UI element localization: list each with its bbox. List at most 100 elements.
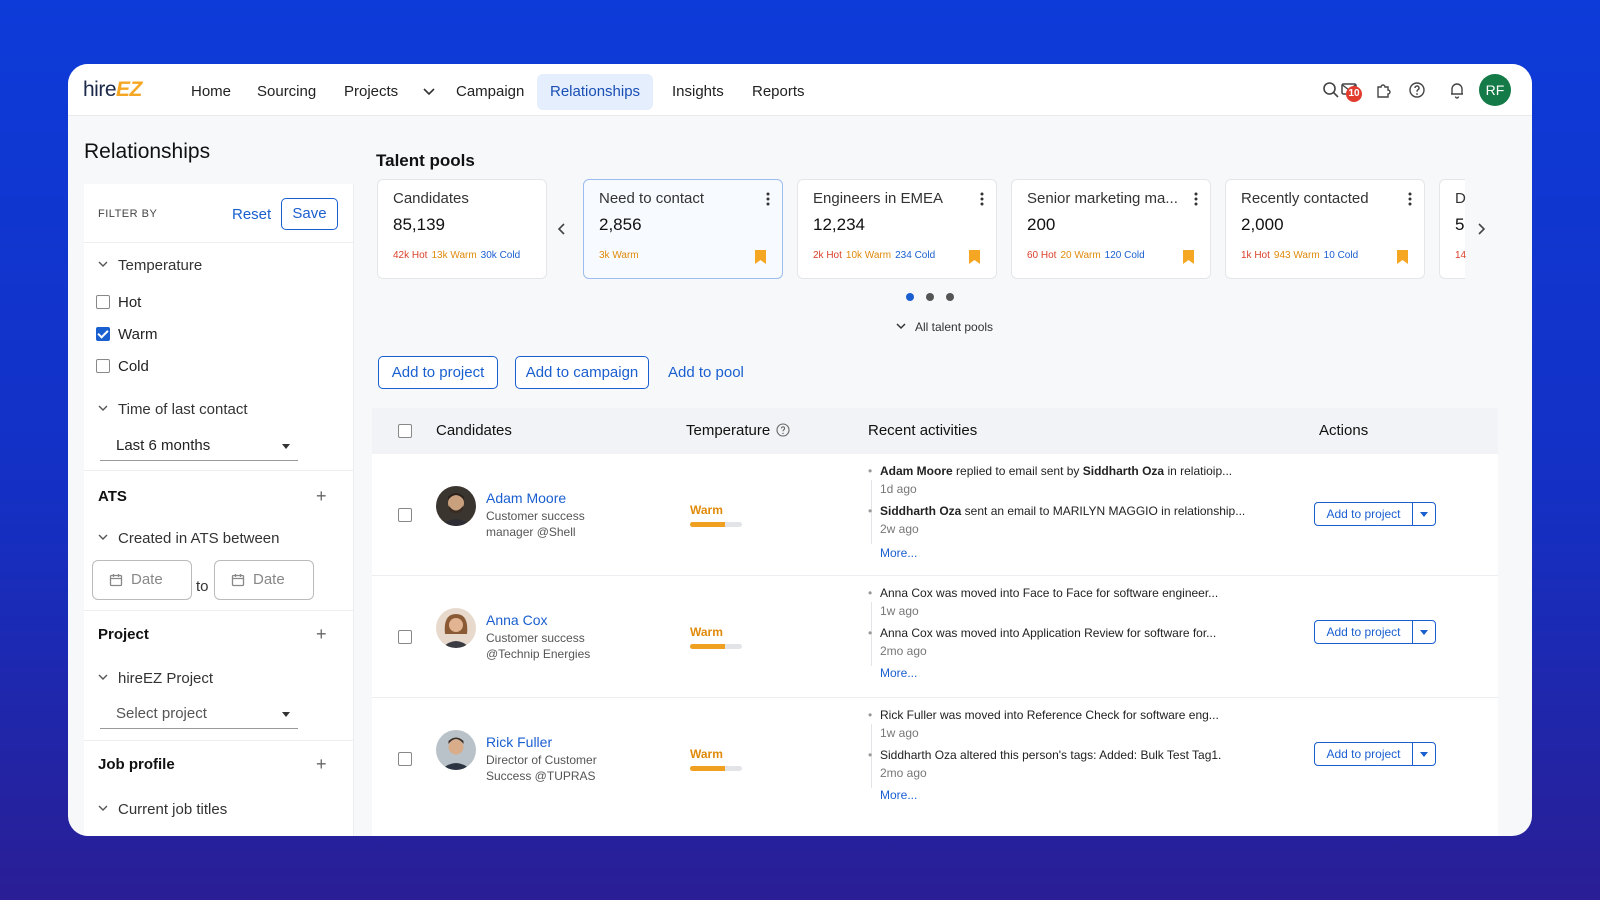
bookmark-icon[interactable]	[969, 250, 980, 264]
nav-home[interactable]: Home	[178, 74, 244, 110]
temperature-warm-option[interactable]: Warm	[96, 326, 157, 344]
temperature-label: Warm	[690, 503, 723, 517]
more-vertical-icon[interactable]	[1408, 192, 1412, 206]
header-candidates[interactable]: Candidates	[436, 422, 512, 439]
pool-temperature-breakdown: 42k Hot 13k Warm 30k Cold	[393, 250, 521, 261]
temperature-bar	[690, 644, 742, 649]
help-icon[interactable]	[1407, 80, 1427, 100]
extension-icon[interactable]	[1374, 80, 1394, 100]
caret-down-icon[interactable]	[1420, 630, 1428, 635]
more-activities-link[interactable]: More...	[880, 666, 917, 680]
avatar[interactable]	[436, 730, 476, 770]
hireez-logo[interactable]: hireEZ	[83, 78, 142, 102]
more-activities-link[interactable]: More...	[880, 546, 917, 560]
header-temperature[interactable]: Temperature	[686, 422, 790, 439]
candidate-name-link[interactable]: Rick Fuller	[486, 734, 552, 750]
pool-card-recently-contacted[interactable]: Recently contacted 2,000 1k Hot 943 Warm 1…	[1225, 179, 1425, 279]
temperature-cold-option[interactable]: Cold	[96, 358, 149, 376]
nav-sourcing[interactable]: Sourcing	[244, 74, 329, 110]
temperature-bar-fill	[690, 522, 725, 527]
avatar[interactable]	[436, 486, 476, 526]
date-to-input[interactable]: Date	[214, 560, 314, 600]
candidate-name-link[interactable]: Anna Cox	[486, 612, 547, 628]
warm-checkbox[interactable]	[96, 327, 110, 341]
ats-heading: ATS	[98, 488, 127, 505]
header-actions: Actions	[1319, 422, 1369, 439]
calendar-icon	[231, 574, 245, 587]
nav-insights[interactable]: Insights	[659, 74, 737, 110]
carousel-dot-2[interactable]	[926, 293, 934, 301]
pool-temperature-breakdown: 14	[1455, 250, 1467, 261]
pool-card-senior-marketing[interactable]: Senior marketing ma... 200 60 Hot 20 Warm…	[1011, 179, 1211, 279]
caret-down-icon[interactable]	[1420, 512, 1428, 517]
all-talent-pools-toggle[interactable]: All talent pools	[895, 320, 993, 334]
row-checkbox[interactable]	[398, 508, 412, 522]
cold-checkbox[interactable]	[96, 359, 110, 373]
plus-icon[interactable]: +	[316, 487, 327, 505]
pool-card-partial[interactable]: D 5 14	[1439, 179, 1467, 279]
current-job-titles-toggle[interactable]: Current job titles	[98, 801, 227, 818]
search-icon[interactable]	[1321, 80, 1341, 100]
plus-icon[interactable]: +	[316, 625, 327, 643]
row-checkbox[interactable]	[398, 630, 412, 644]
pool-count: 85,139	[393, 215, 445, 234]
nav-relationships[interactable]: Relationships	[537, 74, 654, 110]
carousel-dot-3[interactable]	[946, 293, 954, 301]
caret-down-icon[interactable]	[1420, 752, 1428, 757]
last-contact-section-toggle[interactable]: Time of last contact	[98, 401, 248, 418]
nav-reports[interactable]: Reports	[739, 74, 818, 110]
pool-card-candidates[interactable]: Candidates 85,139 42k Hot 13k Warm 30k Col…	[377, 179, 547, 279]
pool-count: 5	[1455, 215, 1465, 234]
pool-card-engineers-emea[interactable]: Engineers in EMEA 12,234 2k Hot 10k Warm 2…	[797, 179, 997, 279]
avatar[interactable]	[436, 608, 476, 648]
nav-projects[interactable]: Projects	[331, 74, 411, 110]
ats-created-toggle[interactable]: Created in ATS between	[98, 530, 279, 547]
chevron-left-icon[interactable]	[555, 222, 569, 236]
chevron-down-icon[interactable]	[422, 84, 436, 98]
bell-icon[interactable]	[1447, 80, 1467, 100]
temperature-section-toggle[interactable]: Temperature	[98, 257, 202, 274]
candidate-name-link[interactable]: Adam Moore	[486, 490, 566, 506]
row-add-to-project-button[interactable]: Add to project	[1314, 502, 1436, 526]
row-add-to-project-button[interactable]: Add to project	[1314, 620, 1436, 644]
bookmark-icon[interactable]	[1397, 250, 1408, 264]
filter-sidebar: FILTER BY Reset Save Temperature Hot War…	[84, 184, 354, 836]
more-vertical-icon[interactable]	[1194, 192, 1198, 206]
temperature-hot-option[interactable]: Hot	[96, 294, 141, 312]
chevron-down-icon	[98, 261, 108, 267]
user-avatar[interactable]: RF	[1479, 74, 1511, 106]
caret-down-icon	[282, 444, 290, 449]
filter-by-label: FILTER BY	[98, 208, 158, 220]
add-to-campaign-button[interactable]: Add to campaign	[515, 356, 649, 389]
row-add-to-project-button[interactable]: Add to project	[1314, 742, 1436, 766]
hot-checkbox[interactable]	[96, 295, 110, 309]
more-activities-link[interactable]: More...	[880, 788, 917, 802]
more-vertical-icon[interactable]	[980, 192, 984, 206]
add-to-project-button[interactable]: Add to project	[378, 356, 498, 389]
activity-item: Anna Cox was moved into Face to Face for…	[868, 586, 1288, 600]
add-to-pool-link[interactable]: Add to pool	[668, 364, 744, 381]
activity-time: 1w ago	[880, 726, 919, 740]
nav-campaign[interactable]: Campaign	[443, 74, 537, 110]
activity-time: 1w ago	[880, 604, 919, 618]
candidate-title: Director of Customer Success @TUPRAS	[486, 753, 597, 783]
pool-count: 2,856	[599, 215, 642, 234]
reset-button[interactable]: Reset	[232, 206, 271, 223]
row-checkbox[interactable]	[398, 752, 412, 766]
chevron-down-icon	[98, 805, 108, 811]
help-icon[interactable]	[776, 423, 790, 437]
select-all-checkbox[interactable]	[398, 424, 412, 438]
hireez-project-toggle[interactable]: hireEZ Project	[98, 670, 213, 687]
last-contact-select[interactable]: Last 6 months	[100, 433, 298, 461]
save-button[interactable]: Save	[281, 198, 338, 230]
bookmark-icon[interactable]	[755, 250, 766, 264]
plus-icon[interactable]: +	[316, 755, 327, 773]
chevron-right-icon[interactable]	[1474, 222, 1488, 236]
select-project-dropdown[interactable]: Select project	[100, 701, 298, 729]
divider	[84, 470, 353, 471]
more-vertical-icon[interactable]	[766, 192, 770, 206]
carousel-dot-1[interactable]	[906, 293, 914, 301]
bookmark-icon[interactable]	[1183, 250, 1194, 264]
pool-card-need-to-contact[interactable]: Need to contact 2,856 3k Warm	[583, 179, 783, 279]
date-from-input[interactable]: Date	[92, 560, 192, 600]
